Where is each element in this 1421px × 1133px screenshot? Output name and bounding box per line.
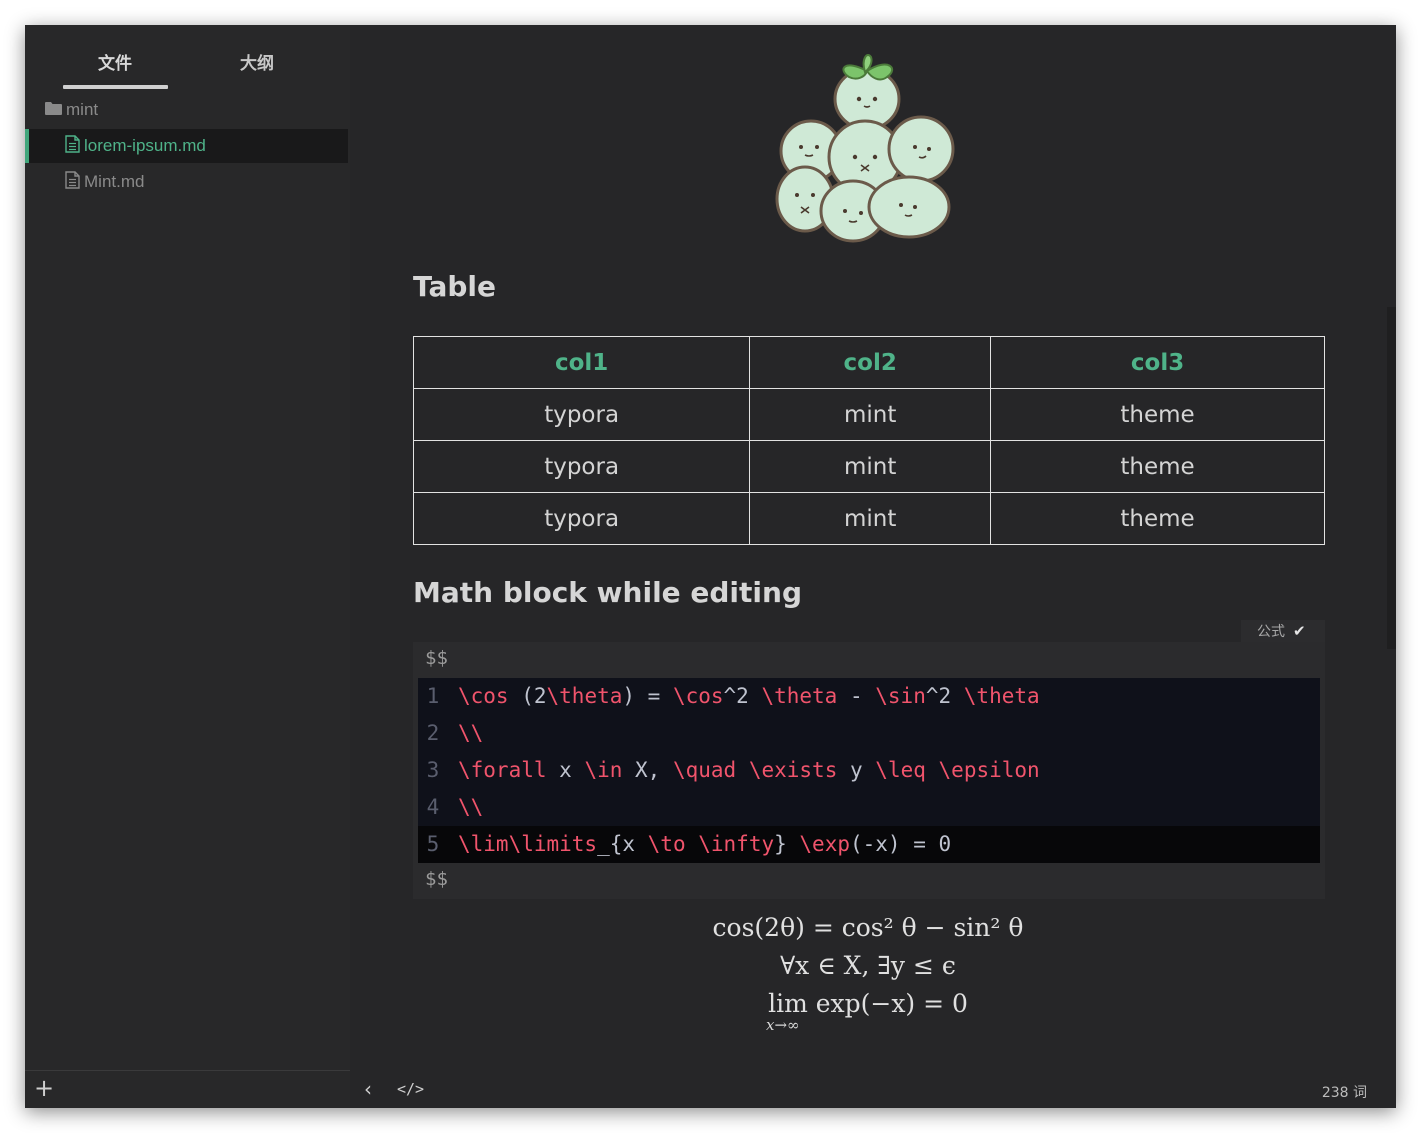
table-row: typora mint theme — [412, 388, 1325, 441]
line-number: 1 — [426, 684, 440, 708]
table-row: typora mint theme — [412, 440, 1325, 493]
line-number: 4 — [426, 795, 440, 819]
mascot-image — [775, 53, 955, 243]
code-line[interactable]: 2 \\ — [418, 715, 1320, 752]
math-label-text: 公式 — [1257, 624, 1285, 640]
math-delimiter-close: $$ — [425, 868, 448, 890]
file-item-lorem-ipsum[interactable]: lorem-ipsum.md — [25, 129, 348, 163]
source-mode-button[interactable]: </> — [397, 1080, 424, 1098]
line-number: 2 — [426, 721, 440, 745]
check-icon[interactable]: ✔ — [1293, 622, 1306, 640]
math-heading: Math block while editing — [413, 576, 802, 609]
typora-window: 文件 大纲 mint lorem-ipsum.md Mint.md + Tabl… — [25, 25, 1396, 1108]
math-delimiter-open: $$ — [425, 647, 448, 669]
tab-outline[interactable]: 大纲 — [240, 49, 274, 74]
file-label: lorem-ipsum.md — [84, 136, 206, 155]
math-lang-label[interactable]: 公式 ✔ — [1241, 620, 1325, 642]
toggle-sidebar-button[interactable]: ‹ — [364, 1077, 372, 1101]
table-cell[interactable]: mint — [749, 440, 992, 493]
tab-files[interactable]: 文件 — [98, 49, 132, 74]
table-heading: Table — [413, 270, 497, 303]
folder-label: mint — [66, 100, 99, 119]
table-row: typora mint theme — [412, 492, 1325, 545]
file-item-mint[interactable]: Mint.md — [25, 165, 348, 199]
table-header-cell[interactable]: col1 — [412, 336, 751, 389]
rendered-math-line-3: lim exp(−x) = 0 — [768, 989, 968, 1018]
table-header-row: col1 col2 col3 — [412, 336, 1325, 389]
table-cell[interactable]: theme — [990, 492, 1325, 545]
scrollbar-thumb[interactable] — [1387, 307, 1396, 649]
table-cell[interactable]: typora — [412, 388, 751, 441]
rendered-math-line-2: ∀x ∈ X, ∃y ≤ ϵ — [780, 951, 956, 980]
file-icon — [65, 170, 80, 194]
code-line[interactable]: 3 \forall x \in X, \quad \exists y \leq \… — [418, 752, 1320, 789]
rendered-math-line-1: cos(2θ) = cos² θ − sin² θ — [712, 913, 1024, 942]
math-source-block[interactable]: $$ 1 \cos (2\theta) = \cos^2 \theta - \si… — [413, 642, 1325, 899]
table-cell[interactable]: theme — [990, 440, 1325, 493]
data-table: col1 col2 col3 typora mint theme typora … — [412, 336, 1325, 545]
math-code-editor[interactable]: 1 \cos (2\theta) = \cos^2 \theta - \sin^2… — [418, 678, 1320, 863]
code-line[interactable]: 4 \\ — [418, 789, 1320, 826]
table-cell[interactable]: typora — [412, 492, 751, 545]
table-cell[interactable]: mint — [749, 492, 992, 545]
editor-area[interactable]: Table col1 col2 col3 typora mint theme t… — [350, 25, 1396, 1108]
line-number: 5 — [426, 832, 440, 856]
add-file-button[interactable]: + — [34, 1076, 54, 1100]
folder-item-mint[interactable]: mint — [25, 93, 348, 127]
rendered-math-limit-subscript: x→∞ — [766, 1016, 800, 1034]
file-icon — [65, 134, 80, 158]
active-tab-indicator — [63, 85, 168, 89]
code-line[interactable]: 1 \cos (2\theta) = \cos^2 \theta - \sin^2… — [418, 678, 1320, 715]
folder-icon — [45, 100, 62, 120]
status-bar: ‹ </> 238 词 — [350, 1071, 1396, 1108]
table-header-cell[interactable]: col2 — [749, 336, 992, 389]
file-label: Mint.md — [84, 172, 145, 191]
word-count[interactable]: 238 词 — [1322, 1082, 1367, 1102]
table-cell[interactable]: mint — [749, 388, 992, 441]
table-header-cell[interactable]: col3 — [990, 336, 1325, 389]
line-number: 3 — [426, 758, 440, 782]
sidebar-footer: + — [25, 1070, 350, 1108]
code-line-active[interactable]: 5 \lim\limits_{x \to \infty} \exp(-x) = 0 — [418, 826, 1320, 863]
table-cell[interactable]: theme — [990, 388, 1325, 441]
table-cell[interactable]: typora — [412, 440, 751, 493]
sidebar: 文件 大纲 mint lorem-ipsum.md Mint.md + — [25, 25, 350, 1108]
